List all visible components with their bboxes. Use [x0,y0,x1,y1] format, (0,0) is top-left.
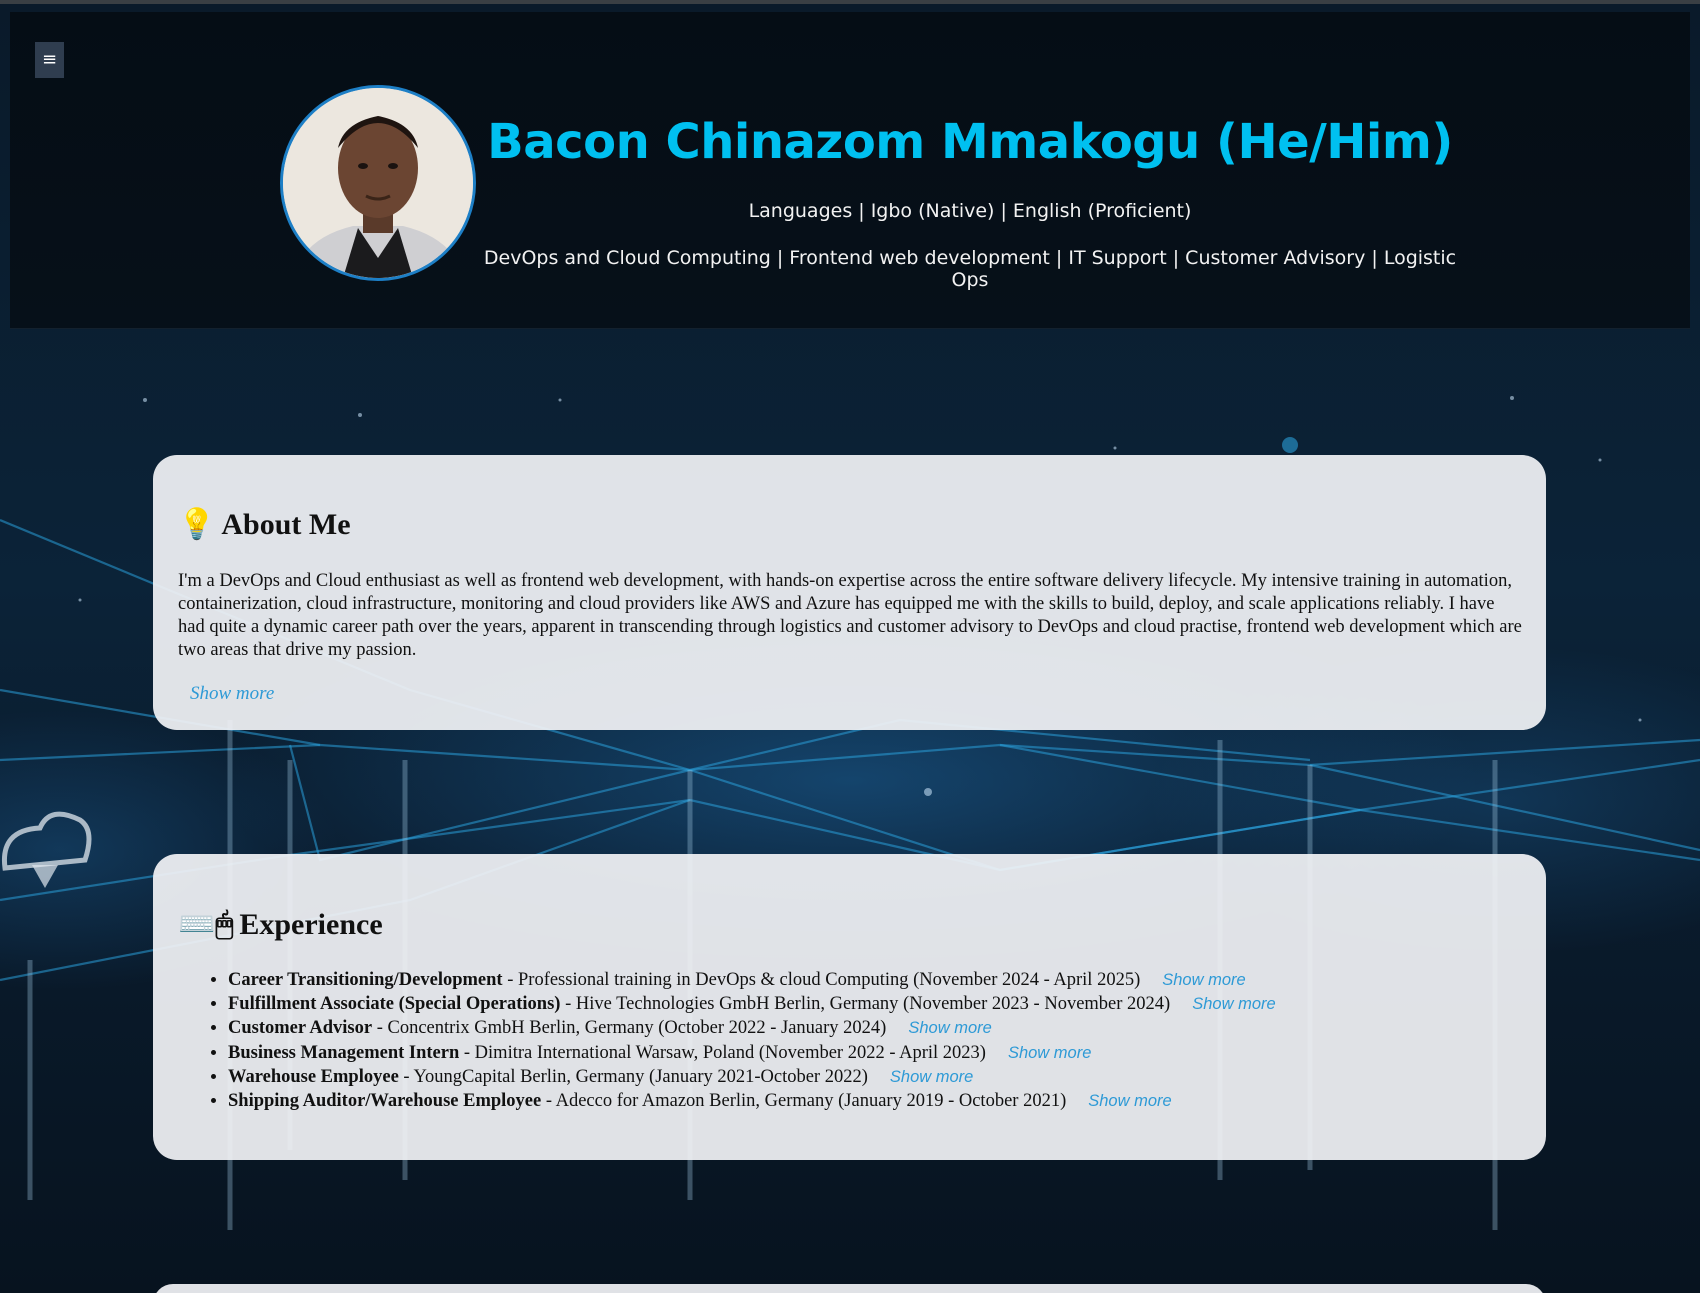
profile-photo [280,85,476,281]
experience-detail: - Professional training in DevOps & clou… [502,970,1141,990]
experience-show-more-link[interactable]: Show more [908,1019,991,1037]
experience-item: Customer Advisor - Concentrix GmbH Berli… [228,1016,1276,1040]
experience-list: Career Transitioning/Development - Profe… [203,968,1276,1113]
experience-show-more-link[interactable]: Show more [1192,995,1275,1013]
about-me-heading: 💡 About Me [178,507,351,542]
experience-detail: - Hive Technologies GmbH Berlin, Germany… [560,994,1171,1015]
profile-photo-illustration [283,88,473,278]
experience-card: ⌨️🖱 Experience Career Transitioning/Deve… [153,854,1546,1160]
experience-detail: - Dimitra International Warsaw, Poland (… [459,1042,986,1063]
next-section-card [153,1284,1546,1293]
experience-role: Shipping Auditor/Warehouse Employee [228,1091,542,1112]
experience-show-more-link[interactable]: Show more [1162,971,1245,989]
experience-role: Warehouse Employee [228,1066,399,1087]
experience-detail: - Concentrix GmbH Berlin, Germany (Octob… [372,1018,887,1039]
experience-detail: - Adecco for Amazon Berlin, Germany (Jan… [541,1091,1067,1112]
experience-heading: ⌨️🖱 Experience [178,907,383,942]
about-me-title: About Me [221,507,351,541]
experience-item: Warehouse Employee - YoungCapital Berlin… [228,1065,1276,1089]
experience-role: Fulfillment Associate (Special Operation… [228,994,561,1015]
experience-role: Business Management Intern [228,1042,460,1063]
experience-item: Shipping Auditor/Warehouse Employee - Ad… [228,1089,1276,1113]
experience-role: Career Transitioning/Development [228,970,503,990]
experience-item: Business Management Intern - Dimitra Int… [228,1041,1276,1065]
about-me-card: 💡 About Me I'm a DevOps and Cloud enthus… [153,455,1546,730]
browser-top-strip [0,0,1700,4]
experience-item: Fulfillment Associate (Special Operation… [228,992,1276,1016]
profile-header: ≡ Bacon Chinazom Mmakogu (He/Him) Langua… [10,12,1690,329]
experience-title: Experience [239,907,383,941]
skills-line: DevOps and Cloud Computing | Frontend we… [483,247,1457,291]
hamburger-menu-button[interactable]: ≡ [35,42,64,78]
languages-line: Languages | Igbo (Native) | English (Pro… [748,200,1192,222]
experience-show-more-link[interactable]: Show more [890,1068,973,1086]
keyboard-mouse-icon: ⌨️🖱 [178,908,234,941]
experience-role: Customer Advisor [228,1018,373,1039]
lightbulb-icon: 💡 [178,508,216,541]
experience-item: Career Transitioning/Development - Profe… [228,968,1276,992]
about-me-text: I'm a DevOps and Cloud enthusiast as wel… [178,571,1522,660]
experience-show-more-link[interactable]: Show more [1008,1044,1091,1062]
experience-detail: - YoungCapital Berlin, Germany (January … [398,1066,868,1087]
about-show-more-link[interactable]: Show more [190,683,274,705]
profile-name: Bacon Chinazom Mmakogu (He/Him) [487,114,1453,170]
experience-show-more-link[interactable]: Show more [1088,1092,1171,1110]
